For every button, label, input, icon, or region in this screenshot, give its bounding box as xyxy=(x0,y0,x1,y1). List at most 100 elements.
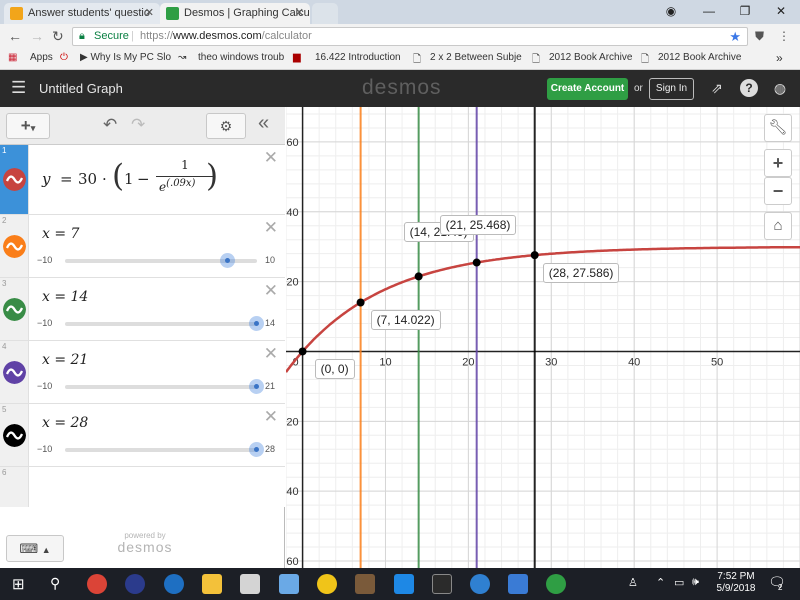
people-icon[interactable]: ♙ xyxy=(628,576,638,589)
bookmark-2012-archive-1[interactable]: 2012 Book Archive xyxy=(549,52,632,63)
collapse-panel-icon[interactable]: « xyxy=(258,112,269,135)
slider-track[interactable] xyxy=(65,316,264,331)
clock[interactable]: 7:52 PM 5/9/2018 xyxy=(716,571,756,595)
close-tab-icon[interactable]: ✕ xyxy=(295,6,304,19)
delete-expression-icon[interactable]: ✕ xyxy=(264,344,278,364)
calendar-check-icon[interactable] xyxy=(508,574,528,594)
globe-icon[interactable]: ◍ xyxy=(771,79,789,97)
chevron-up-icon[interactable]: ⌃ xyxy=(656,576,665,589)
slider-track[interactable] xyxy=(65,253,257,268)
bookmark-star-icon[interactable]: ★ xyxy=(729,28,741,45)
slider-max[interactable]: 21 xyxy=(265,381,275,391)
windows-start-icon[interactable]: ⊞ xyxy=(12,575,25,593)
create-account-button[interactable]: Create Account xyxy=(547,78,628,100)
delete-expression-icon[interactable]: ✕ xyxy=(264,281,278,301)
magnifier-icon[interactable] xyxy=(317,574,337,594)
slider-min[interactable]: −10 xyxy=(37,381,52,391)
redo-icon[interactable]: ↷ xyxy=(131,115,145,135)
expression-row[interactable]: 4 x = 21 ✕ −10 21 xyxy=(0,341,285,404)
expression-text[interactable]: x = 28 xyxy=(42,415,88,431)
delete-expression-icon[interactable]: ✕ xyxy=(264,148,278,168)
volume-icon[interactable]: 🕪︎ xyxy=(692,576,699,589)
slider-min[interactable]: −10 xyxy=(37,255,52,265)
slider-max[interactable]: 28 xyxy=(265,444,275,454)
keyboard-toggle-button[interactable]: ⌨ ▲ xyxy=(6,535,64,562)
app-icon[interactable] xyxy=(355,574,375,594)
close-tab-icon[interactable]: ✕ xyxy=(145,6,154,19)
expression-text[interactable]: x = 21 xyxy=(42,352,88,368)
desmos-taskbar-icon[interactable] xyxy=(546,574,566,594)
help-icon[interactable]: ? xyxy=(740,79,758,97)
expression-row[interactable]: 5 x = 28 ✕ −10 28 xyxy=(0,404,285,467)
slider-min[interactable]: −10 xyxy=(37,444,52,454)
bookmark-2x2-between[interactable]: 2 x 2 Between Subje xyxy=(430,52,522,63)
expression-text[interactable]: x = 7 xyxy=(42,226,79,242)
edge-icon[interactable] xyxy=(470,574,490,594)
slider-thumb[interactable] xyxy=(249,379,264,394)
curve-color-icon[interactable] xyxy=(3,235,26,258)
terminal-icon[interactable] xyxy=(432,574,452,594)
delete-expression-icon[interactable]: ✕ xyxy=(264,407,278,427)
expression-text[interactable]: x = 14 xyxy=(42,289,88,305)
more-bookmarks-icon[interactable]: » xyxy=(776,51,783,65)
slider-max[interactable]: 10 xyxy=(265,255,275,265)
reload-icon[interactable]: ↻ xyxy=(52,28,64,44)
bookmark-theo-windows[interactable]: theo windows troub xyxy=(198,52,284,63)
expression-row[interactable]: 2 x = 7 ✕ −10 10 xyxy=(0,215,285,278)
bookmark-apps[interactable]: Apps xyxy=(30,52,53,63)
graph-canvas[interactable]: 1020304050-60-40-202040600 xyxy=(286,107,800,568)
expression-list: 1 y = 30 · ( 1 − 1 e(.09x) ) ✕ 2 x = 7 ✕… xyxy=(0,145,285,568)
tab-answer-students[interactable]: Answer students' questio ✕ xyxy=(4,3,160,24)
curve-color-icon[interactable] xyxy=(3,361,26,384)
tab-desmos[interactable]: Desmos | Graphing Calcul ✕ xyxy=(160,3,310,24)
graph-settings-wrench-icon[interactable]: 🔧︎ xyxy=(764,114,792,142)
curve-color-icon[interactable] xyxy=(3,298,26,321)
back-arrow-icon[interactable]: ← xyxy=(8,28,22,44)
restore-icon[interactable]: ❐ xyxy=(730,2,760,20)
bookmark-16422[interactable]: 16.422 Introduction xyxy=(315,52,401,63)
share-icon[interactable]: ⇗ xyxy=(708,79,726,97)
curve-color-icon[interactable] xyxy=(3,424,26,447)
zoom-out-icon[interactable]: − xyxy=(764,177,792,205)
slider-min[interactable]: −10 xyxy=(37,318,52,328)
add-item-button[interactable]: +▾ xyxy=(6,113,50,139)
bookmark-2012-archive-2[interactable]: 2012 Book Archive xyxy=(658,52,741,63)
slider-track[interactable] xyxy=(65,379,264,394)
graph-title[interactable]: Untitled Graph xyxy=(39,81,123,96)
search-icon[interactable]: ⚲ xyxy=(50,575,60,592)
menu-kebab-icon[interactable]: ⋮ xyxy=(778,28,790,44)
profile-icon[interactable]: ◉ xyxy=(656,2,686,20)
home-icon[interactable]: ⌂ xyxy=(764,212,792,240)
slider-max[interactable]: 14 xyxy=(265,318,275,328)
usb-icon[interactable] xyxy=(394,574,414,594)
url-input[interactable]: 🔒︎ Secure | https://www.desmos.com/calcu… xyxy=(72,27,748,46)
slider-thumb[interactable] xyxy=(249,316,264,331)
sign-in-button[interactable]: Sign In xyxy=(649,78,694,100)
zoom-in-icon[interactable]: + xyxy=(764,149,792,177)
close-window-icon[interactable]: ✕ xyxy=(766,2,796,20)
expression-row[interactable]: 3 x = 14 ✕ −10 14 xyxy=(0,278,285,341)
forward-arrow-icon[interactable]: → xyxy=(30,28,44,44)
hamburger-menu-icon[interactable]: ☰ xyxy=(11,78,26,98)
expression-row[interactable]: 1 y = 30 · ( 1 − 1 e(.09x) ) ✕ xyxy=(0,145,285,215)
slider-thumb[interactable] xyxy=(249,442,264,457)
firefox-icon[interactable] xyxy=(125,574,145,594)
edge-legacy-icon[interactable] xyxy=(164,574,184,594)
bookmark-why-pc-slow[interactable]: ▶ Why Is My PC Slo xyxy=(80,52,171,63)
minimize-icon[interactable]: — xyxy=(694,2,724,20)
slider-track[interactable] xyxy=(65,442,264,457)
graph-paper[interactable]: 1020304050-60-40-202040600 (0, 0)(7, 14.… xyxy=(286,107,800,568)
new-tab-button[interactable] xyxy=(312,3,338,24)
notifications-icon[interactable]: 🗨︎ xyxy=(768,574,786,591)
file-explorer-icon[interactable] xyxy=(202,574,222,594)
settings-gear-icon[interactable]: ⚙ xyxy=(206,113,246,139)
delete-expression-icon[interactable]: ✕ xyxy=(264,218,278,238)
media-icon[interactable] xyxy=(240,574,260,594)
slider-thumb[interactable] xyxy=(220,253,236,268)
empty-expression-row[interactable]: 6 xyxy=(0,467,285,507)
undo-icon[interactable]: ↶ xyxy=(103,115,117,135)
chrome-icon[interactable] xyxy=(87,574,107,594)
network-app-icon[interactable] xyxy=(279,574,299,594)
curve-color-icon[interactable] xyxy=(3,168,26,191)
extension-shield-icon[interactable]: ⛊ xyxy=(755,28,764,44)
